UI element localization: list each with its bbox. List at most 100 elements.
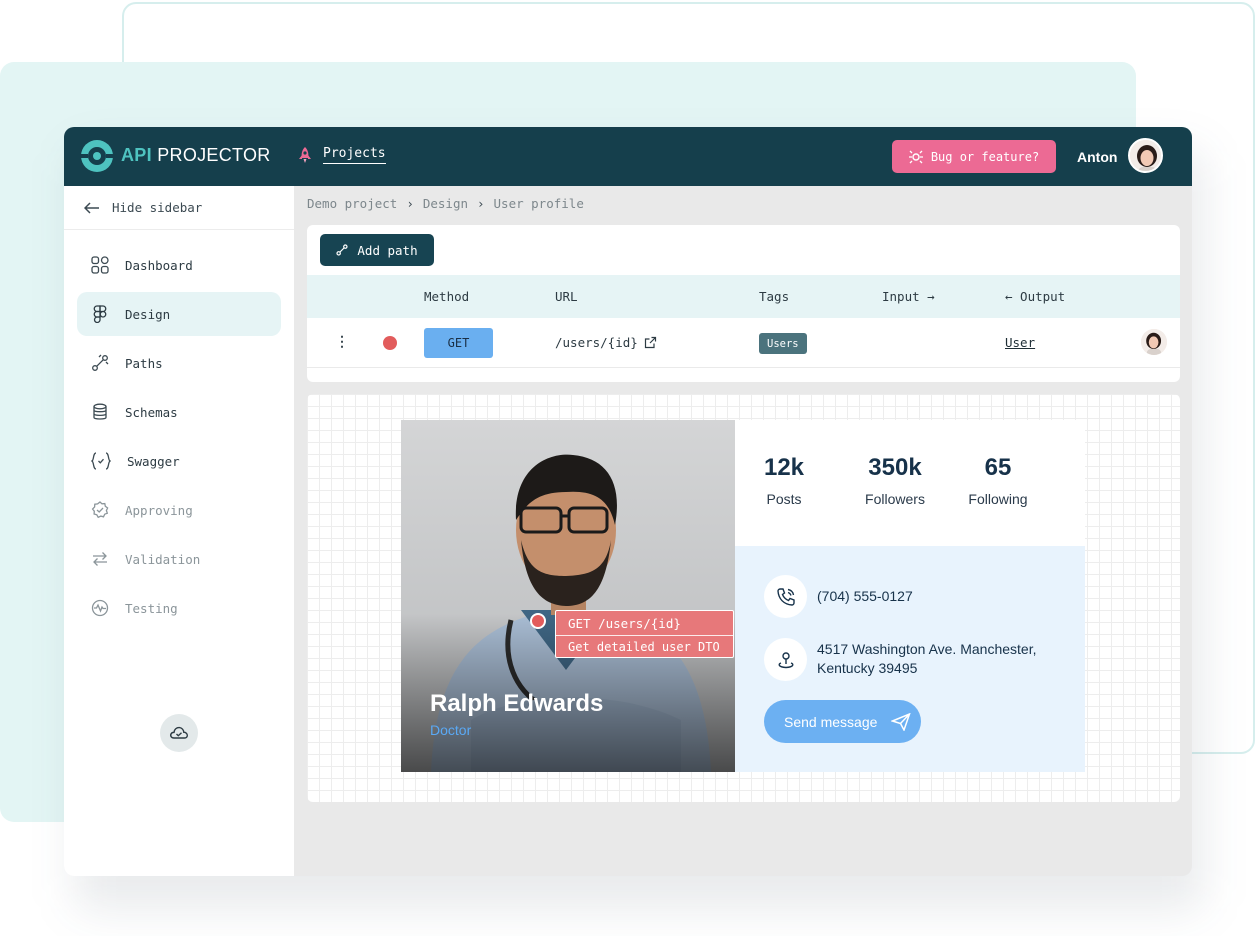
brand-name: API PROJECTOR bbox=[121, 145, 271, 166]
breadcrumb: Demo project › Design › User profile bbox=[307, 196, 584, 211]
arrow-left-icon bbox=[84, 201, 99, 214]
profile-photo: Ralph Edwards Doctor GET /users/{id} Get… bbox=[401, 420, 735, 772]
sidebar-item-label: Paths bbox=[125, 355, 163, 371]
add-path-button[interactable]: Add path bbox=[320, 234, 434, 266]
braces-icon bbox=[91, 452, 111, 470]
column-header-tags: Tags bbox=[759, 289, 790, 304]
column-header-input: Input → bbox=[882, 289, 935, 304]
sidebar-divider bbox=[64, 229, 294, 230]
sidebar-item-label: Swagger bbox=[127, 453, 180, 469]
rocket-icon bbox=[299, 147, 311, 163]
stat-following: 65 Following bbox=[943, 454, 1053, 507]
sidebar-item-design[interactable]: Design bbox=[77, 292, 281, 336]
grid-icon bbox=[91, 256, 109, 274]
stat-value: 65 bbox=[984, 454, 1012, 481]
sidebar-item-dashboard[interactable]: Dashboard bbox=[77, 243, 281, 287]
brand-prefix: API bbox=[121, 145, 152, 165]
table-header: Method URL Tags Input → ← Output bbox=[307, 275, 1180, 318]
cloud-check-icon bbox=[170, 726, 189, 739]
bug-button-label: Bug or feature? bbox=[930, 149, 1040, 164]
top-bar: API PROJECTOR Projects Bug or feature? A… bbox=[64, 127, 1192, 186]
badge-check-icon bbox=[91, 501, 109, 519]
path-url[interactable]: /users/{id} bbox=[555, 335, 657, 350]
app-window: API PROJECTOR Projects Bug or feature? A… bbox=[64, 127, 1192, 876]
sidebar-item-label: Schemas bbox=[125, 404, 178, 420]
column-header-url: URL bbox=[555, 289, 578, 304]
arrows-swap-icon bbox=[93, 552, 107, 566]
cloud-sync-button[interactable] bbox=[160, 714, 198, 752]
kebab-menu-icon[interactable]: ⋮ bbox=[335, 334, 349, 350]
nav-projects-label: Projects bbox=[323, 146, 386, 164]
method-badge[interactable]: GET bbox=[424, 328, 493, 358]
tag-badge[interactable]: Users bbox=[759, 333, 807, 354]
phone-number: (704) 555-0127 bbox=[817, 588, 913, 604]
profile-name: Ralph Edwards bbox=[430, 690, 604, 717]
doctor-portrait-image bbox=[401, 420, 735, 772]
sidebar-item-schemas[interactable]: Schemas bbox=[77, 390, 281, 434]
output-link[interactable]: User bbox=[1005, 335, 1035, 350]
status-dot bbox=[383, 336, 397, 350]
stat-posts: 12k Posts bbox=[729, 454, 839, 507]
paths-card: Add path Method URL Tags Input → ← Outpu… bbox=[307, 225, 1180, 382]
row-avatar bbox=[1141, 329, 1167, 355]
annotation-marker[interactable] bbox=[530, 613, 546, 629]
profile-role: Doctor bbox=[430, 722, 472, 738]
location-pin-icon bbox=[764, 638, 807, 681]
annotation-description: Get detailed user DTO bbox=[568, 640, 720, 654]
stat-label: Posts bbox=[766, 491, 802, 507]
sidebar-item-label: Design bbox=[125, 306, 171, 322]
paths-icon bbox=[92, 354, 109, 371]
stat-value: 12k bbox=[763, 454, 805, 481]
api-projector-logo-icon bbox=[80, 140, 114, 172]
bug-or-feature-button[interactable]: Bug or feature? bbox=[892, 140, 1056, 173]
sidebar-item-label: Testing bbox=[125, 600, 178, 616]
table-row[interactable]: ⋮ GET /users/{id} Users User bbox=[307, 318, 1180, 368]
breadcrumb-separator: › bbox=[477, 196, 485, 211]
sidebar-item-swagger[interactable]: Swagger bbox=[77, 439, 281, 483]
endpoint-annotation[interactable]: GET /users/{id} Get detailed user DTO bbox=[555, 610, 734, 658]
sidebar-item-testing[interactable]: Testing bbox=[77, 586, 281, 630]
sidebar-item-label: Validation bbox=[125, 551, 201, 567]
breadcrumb-item: User profile bbox=[493, 196, 584, 211]
bug-icon bbox=[908, 150, 923, 163]
stat-label: Following bbox=[968, 491, 1028, 507]
send-message-button[interactable]: Send message bbox=[764, 700, 921, 743]
column-header-output: ← Output bbox=[1005, 289, 1066, 304]
user-avatar[interactable] bbox=[1128, 138, 1163, 173]
add-path-label: Add path bbox=[357, 242, 418, 258]
send-message-label: Send message bbox=[784, 713, 878, 730]
sidebar-item-label: Dashboard bbox=[125, 257, 193, 273]
profile-contact: (704) 555-0127 4517 Washington Ave. Manc… bbox=[735, 546, 1085, 772]
profile-stats: 12k Posts 350k Followers 65 Following bbox=[735, 420, 1085, 546]
path-url-text: /users/{id} bbox=[555, 335, 638, 350]
sidebar-item-label: Approving bbox=[125, 502, 193, 518]
figma-icon bbox=[93, 305, 107, 323]
design-preview-canvas: Ralph Edwards Doctor GET /users/{id} Get… bbox=[307, 394, 1180, 802]
breadcrumb-item[interactable]: Demo project bbox=[307, 196, 397, 211]
sidebar: Hide sidebar Dashboard Design Paths Sche… bbox=[64, 186, 294, 876]
address-line-1: 4517 Washington Ave. Manchester, bbox=[817, 641, 1037, 657]
nav-projects[interactable]: Projects bbox=[297, 146, 386, 164]
sidebar-item-approving[interactable]: Approving bbox=[77, 488, 281, 532]
column-header-method: Method bbox=[424, 289, 470, 304]
sidebar-item-validation[interactable]: Validation bbox=[77, 537, 281, 581]
brand-suffix: PROJECTOR bbox=[157, 145, 271, 165]
hide-sidebar-button[interactable]: Hide sidebar bbox=[84, 200, 202, 215]
annotation-divider bbox=[556, 635, 733, 636]
annotation-endpoint: GET /users/{id} bbox=[568, 616, 681, 631]
pulse-icon bbox=[91, 599, 109, 617]
send-icon bbox=[891, 712, 912, 731]
address-line-2: Kentucky 39495 bbox=[817, 660, 918, 676]
database-icon bbox=[93, 403, 107, 420]
breadcrumb-separator: › bbox=[406, 196, 414, 211]
stat-followers: 350k Followers bbox=[840, 454, 950, 507]
paths-icon bbox=[336, 244, 348, 256]
stat-value: 350k bbox=[868, 454, 922, 481]
sidebar-item-paths[interactable]: Paths bbox=[77, 341, 281, 385]
user-name: Anton bbox=[1077, 149, 1118, 165]
breadcrumb-item[interactable]: Design bbox=[423, 196, 468, 211]
external-link-icon[interactable] bbox=[644, 336, 657, 349]
hide-sidebar-label: Hide sidebar bbox=[112, 200, 203, 215]
phone-icon bbox=[764, 575, 807, 618]
stat-label: Followers bbox=[865, 491, 925, 507]
